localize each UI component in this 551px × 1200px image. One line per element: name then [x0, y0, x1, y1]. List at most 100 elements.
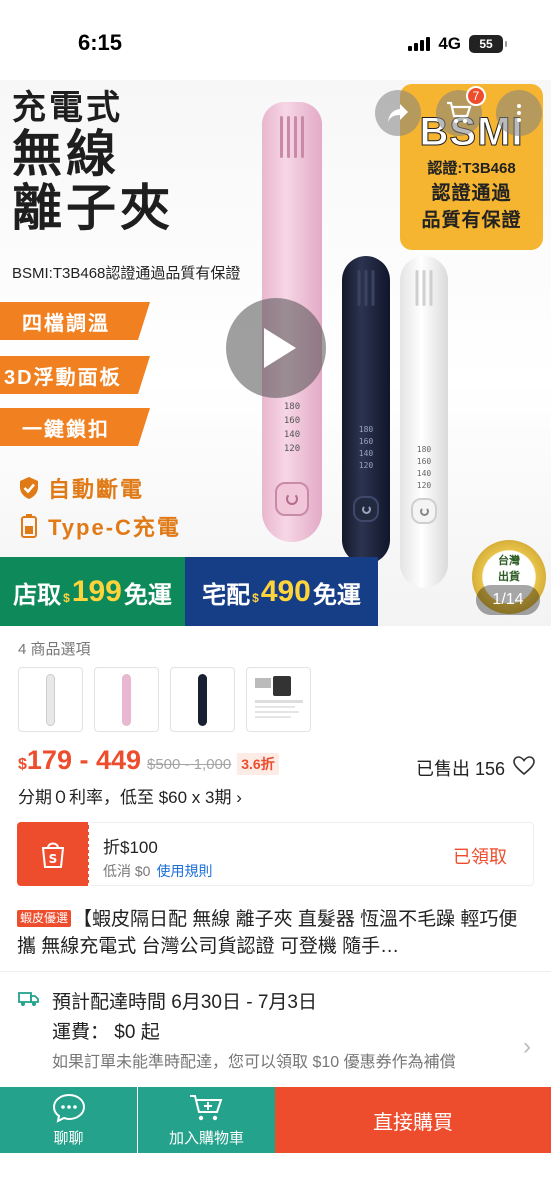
bsmi-line4: 品質有保證	[421, 210, 522, 231]
share-button[interactable]	[375, 90, 421, 136]
temp-140: 140	[283, 430, 301, 440]
home-delivery-amount: 490	[260, 575, 311, 608]
voucher-claimed-status: 已領取	[453, 847, 507, 867]
store-pickup-amount: 199	[71, 575, 122, 608]
voucher-shop-badge: S	[17, 822, 91, 886]
chat-label: 聊聊	[53, 1129, 84, 1147]
signal-icon	[408, 37, 431, 51]
voucher-rules-link[interactable]: 使用規則	[156, 863, 212, 879]
price-currency: $	[18, 756, 27, 773]
installment-info[interactable]: 分期０利率，低至 $60 x 3期 ›	[18, 783, 242, 808]
hero-title: 充電式 無線 離子夾	[12, 90, 174, 235]
image-counter: 1/14	[476, 585, 540, 615]
product-image-carousel[interactable]: 充電式 無線 離子夾 BSMI:T3B468認證通過品質有保證 四檔調溫 3D浮…	[0, 80, 551, 626]
battery-charge-icon	[21, 514, 37, 538]
grille	[280, 116, 304, 158]
hero-subtitle: BSMI:T3B468認證通過品質有保證	[12, 265, 241, 282]
temp-120: 120	[283, 444, 301, 454]
preferred-badge: 蝦皮優選	[17, 910, 72, 927]
product-title-text: 【蝦皮隔日配 無線 離子夾 直髮器 恆溫不毛躁 輕巧便攜 無線充電式 台灣公司貨…	[17, 909, 518, 957]
product-title: 蝦皮優選 【蝦皮隔日配 無線 離子夾 直髮器 恆溫不毛躁 輕巧便攜 無線充電式 台…	[17, 906, 531, 960]
status-time: 6:15	[78, 30, 123, 55]
white-device-icon	[46, 673, 55, 726]
original-price: $500 - 1,000	[147, 756, 232, 773]
option-thumb-pink[interactable]	[94, 667, 159, 732]
grille	[357, 270, 375, 306]
chat-icon	[52, 1093, 85, 1123]
home-delivery-label: 宅配	[202, 581, 251, 609]
feature-tag-lock: 一鍵鎖扣	[0, 408, 150, 446]
seal-line2: 出貨	[498, 571, 520, 583]
feature-auto-off-label: 自動斷電	[48, 477, 145, 502]
truck-icon	[18, 992, 39, 1006]
store-pickup-currency: $	[63, 591, 70, 605]
option-thumb-white[interactable]	[18, 667, 83, 732]
store-pickup-promo: 店取 $ 199 免運	[0, 557, 185, 626]
discount-badge: 3.6折	[237, 753, 279, 775]
power-icon	[353, 496, 379, 522]
shopee-bag-icon: S	[41, 842, 65, 868]
shipping-info[interactable]: 預計配達時間 6月30日 - 7月3日 運費： $0 起 如果訂單未能準時配達，…	[18, 988, 533, 1086]
cart-button[interactable]: 7	[436, 86, 486, 136]
buy-now-button[interactable]: 直接購買	[275, 1087, 551, 1153]
home-delivery-currency: $	[252, 591, 259, 605]
add-to-cart-label: 加入購物車	[168, 1129, 244, 1147]
more-options-button[interactable]	[496, 90, 542, 136]
network-label: 4G	[438, 34, 461, 53]
home-delivery-promo: 宅配 $ 490 免運	[185, 557, 378, 626]
temp-readout: 180 160 140 120	[359, 424, 373, 472]
chevron-right-icon: ›	[523, 1033, 531, 1060]
add-to-cart-button[interactable]: 加入購物車	[138, 1087, 275, 1153]
feature-tag-temperature: 四檔調溫	[0, 302, 150, 340]
share-icon	[388, 104, 408, 122]
shipping-fee: 運費： $0 起	[52, 1022, 160, 1043]
cart-icon	[447, 101, 472, 123]
status-bar: 6:15 4G 55	[0, 0, 551, 88]
bottom-action-bar: 聊聊 加入購物車 直接購買	[0, 1087, 551, 1153]
option-thumb-black[interactable]	[170, 667, 235, 732]
charger-icon	[254, 675, 303, 718]
temp-140: 140	[358, 449, 374, 458]
seal-line1: 台灣	[498, 555, 520, 567]
video-play-button[interactable]	[226, 298, 326, 398]
temp-180: 180	[358, 425, 374, 434]
temp-180: 180	[283, 402, 301, 412]
home-indicator-area	[0, 1153, 551, 1200]
chat-button[interactable]: 聊聊	[0, 1087, 137, 1153]
temp-readout: 180 160 140 120	[284, 400, 300, 456]
option-thumb-charger[interactable]	[246, 667, 311, 732]
hero-title-line3: 離子夾	[12, 178, 174, 237]
temp-140: 140	[416, 469, 432, 478]
hero-title-line2: 無線	[12, 124, 120, 183]
add-cart-icon	[189, 1094, 222, 1120]
store-pickup-label: 店取	[13, 581, 62, 609]
status-indicators: 4G 55	[408, 34, 507, 54]
options-label: 4 商品選項	[18, 641, 91, 658]
divider	[0, 971, 551, 972]
svg-text:S: S	[49, 852, 58, 866]
temp-120: 120	[416, 481, 432, 490]
home-delivery-suffix: 免運	[312, 581, 361, 609]
hero-title-line1: 充電式	[12, 88, 123, 128]
pink-device-icon	[122, 673, 131, 726]
bsmi-line3: 認證通過	[431, 183, 512, 204]
temp-160: 160	[416, 457, 432, 466]
power-icon	[275, 482, 309, 516]
cart-count-badge: 7	[466, 86, 486, 106]
temp-160: 160	[358, 437, 374, 446]
feature-auto-off: 自動斷電	[18, 472, 144, 504]
feature-tag-panel: 3D浮動面板	[0, 356, 150, 394]
temp-160: 160	[283, 416, 301, 426]
black-device-image: 180 160 140 120	[342, 256, 390, 564]
store-pickup-suffix: 免運	[123, 581, 172, 609]
voucher-min-label: 低消 $0	[103, 863, 151, 879]
power-icon	[411, 498, 437, 524]
shop-voucher[interactable]: S 折$100 低消 $0 使用規則 已領取	[17, 822, 534, 886]
delivery-eta: 預計配達時間 6月30日 - 7月3日	[52, 992, 317, 1013]
shield-check-icon	[20, 477, 38, 499]
grille	[415, 270, 433, 306]
temp-120: 120	[358, 461, 374, 470]
temp-180: 180	[416, 445, 432, 454]
battery-icon: 55	[469, 35, 507, 53]
heart-icon[interactable]	[513, 756, 535, 776]
